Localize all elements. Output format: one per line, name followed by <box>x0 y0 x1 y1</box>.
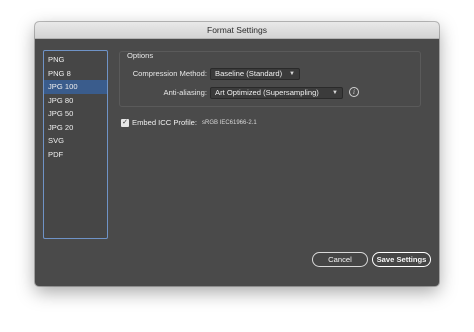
format-item-jpg-20[interactable]: JPG 20 <box>44 121 107 135</box>
icc-profile-value: sRGB IEC61966-2.1 <box>202 119 257 126</box>
chevron-down-icon: ▼ <box>332 90 338 96</box>
anti-aliasing-value: Art Optimized (Supersampling) <box>215 88 319 97</box>
checkmark-icon: ✓ <box>122 119 128 126</box>
compression-method-select[interactable]: Baseline (Standard) ▼ <box>210 68 300 80</box>
anti-aliasing-select[interactable]: Art Optimized (Supersampling) ▼ <box>210 87 343 99</box>
format-settings-dialog: Format Settings PNG PNG 8 JPG 100 JPG 80… <box>35 22 439 286</box>
anti-aliasing-label: Anti-aliasing: <box>163 88 207 97</box>
format-item-jpg-100[interactable]: JPG 100 <box>44 80 107 94</box>
format-item-png[interactable]: PNG <box>44 53 107 67</box>
format-item-jpg-80[interactable]: JPG 80 <box>44 94 107 108</box>
info-icon[interactable]: i <box>349 87 359 97</box>
embed-icc-checkbox[interactable]: ✓ <box>121 119 129 127</box>
format-item-pdf[interactable]: PDF <box>44 148 107 162</box>
format-list[interactable]: PNG PNG 8 JPG 100 JPG 80 JPG 50 JPG 20 S… <box>43 50 108 239</box>
cancel-button[interactable]: Cancel <box>312 252 368 267</box>
save-settings-button[interactable]: Save Settings <box>372 252 431 267</box>
options-title: Options <box>127 51 154 60</box>
format-item-png-8[interactable]: PNG 8 <box>44 67 107 81</box>
dialog-title: Format Settings <box>35 22 439 39</box>
compression-method-label: Compression Method: <box>132 69 207 78</box>
format-item-jpg-50[interactable]: JPG 50 <box>44 107 107 121</box>
embed-icc-label: Embed ICC Profile: <box>132 118 197 127</box>
compression-method-value: Baseline (Standard) <box>215 69 283 78</box>
chevron-down-icon: ▼ <box>289 71 295 77</box>
format-item-svg[interactable]: SVG <box>44 134 107 148</box>
